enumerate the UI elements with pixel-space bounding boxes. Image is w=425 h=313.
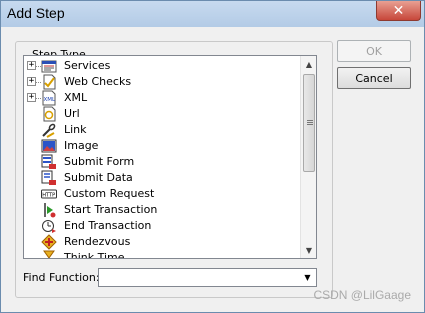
list-item-label: Start Transaction	[64, 203, 158, 216]
scroll-down-icon[interactable]: ▼	[301, 242, 316, 258]
list-item-submit-data[interactable]: Submit Data	[24, 170, 300, 186]
title-bar[interactable]: Add Step ✕	[1, 1, 424, 27]
chevron-down-icon[interactable]: ▼	[300, 270, 315, 285]
find-function-combobox[interactable]: ▼	[98, 268, 317, 287]
grip-line	[307, 120, 313, 121]
close-icon: ✕	[392, 2, 405, 19]
list-item-think-time[interactable]: Think Time	[24, 250, 300, 259]
list-item-label: Submit Data	[64, 171, 133, 184]
list-item-web-checks[interactable]: + Web Checks	[24, 74, 300, 90]
close-button[interactable]: ✕	[376, 1, 421, 21]
list-item-label: Services	[64, 59, 111, 72]
list-item-services[interactable]: + Services	[24, 58, 300, 74]
window-title: Add Step	[7, 5, 65, 21]
list-item-url[interactable]: Url	[24, 106, 300, 122]
list-item-xml[interactable]: + XML XML	[24, 90, 300, 106]
list-item-end-transaction[interactable]: End Transaction	[24, 218, 300, 234]
list-item-label: Custom Request	[64, 187, 155, 200]
add-step-dialog: Add Step ✕ Step Type + Services	[0, 0, 425, 313]
image-icon	[41, 139, 57, 153]
end-transaction-icon	[42, 220, 56, 233]
list-item-submit-form[interactable]: Submit Form	[24, 154, 300, 170]
step-type-list[interactable]: + Services + Web Checks + XML XML Url Li…	[23, 55, 317, 259]
list-item-label: Rendezvous	[64, 235, 131, 248]
watermark: CSDN @LilGaage	[313, 288, 411, 302]
expand-icon[interactable]: +	[27, 61, 36, 70]
http-icon-text: HTTP	[42, 193, 55, 199]
xml-icon: XML	[42, 90, 57, 106]
list-scrollbar[interactable]: ▲ ▼	[300, 56, 316, 258]
list-item-rendezvous[interactable]: Rendezvous	[24, 234, 300, 250]
grip-line	[307, 124, 313, 125]
link-icon	[42, 123, 56, 138]
services-icon	[41, 60, 57, 73]
scroll-up-icon[interactable]: ▲	[301, 56, 316, 72]
expand-icon[interactable]: +	[27, 77, 36, 86]
grip-line	[307, 122, 313, 123]
list-item-label: Image	[64, 139, 99, 152]
list-item-label: Submit Form	[64, 155, 135, 168]
list-item-label: Link	[64, 123, 87, 136]
list-item-label: Think Time	[64, 251, 125, 259]
cancel-button[interactable]: Cancel	[337, 67, 411, 89]
dialog-body: Step Type + Services +	[7, 28, 418, 308]
start-transaction-icon	[44, 203, 56, 218]
rendezvous-icon	[41, 234, 57, 250]
list-item-label: Web Checks	[64, 75, 132, 88]
list-item-label: XML	[64, 91, 88, 104]
submit-data-icon	[41, 170, 56, 185]
expand-icon[interactable]: +	[27, 93, 36, 102]
custom-request-icon: HTTP	[41, 189, 57, 199]
list-item-start-transaction[interactable]: Start Transaction	[24, 202, 300, 218]
scroll-thumb[interactable]	[303, 74, 315, 172]
ok-button[interactable]: OK	[337, 40, 411, 62]
find-function-label: Find Function:	[23, 271, 100, 284]
list-item-label: Url	[64, 107, 80, 120]
list-item-image[interactable]: Image	[24, 138, 300, 154]
list-item-link[interactable]: Link	[24, 122, 300, 138]
web-checks-icon	[43, 74, 56, 90]
think-time-icon	[43, 250, 55, 258]
submit-form-icon	[41, 154, 56, 169]
list-item-custom-request[interactable]: HTTP Custom Request	[24, 186, 300, 202]
xml-icon-text: XML	[44, 97, 57, 103]
list-item-label: End Transaction	[64, 219, 152, 232]
url-icon	[43, 106, 56, 122]
